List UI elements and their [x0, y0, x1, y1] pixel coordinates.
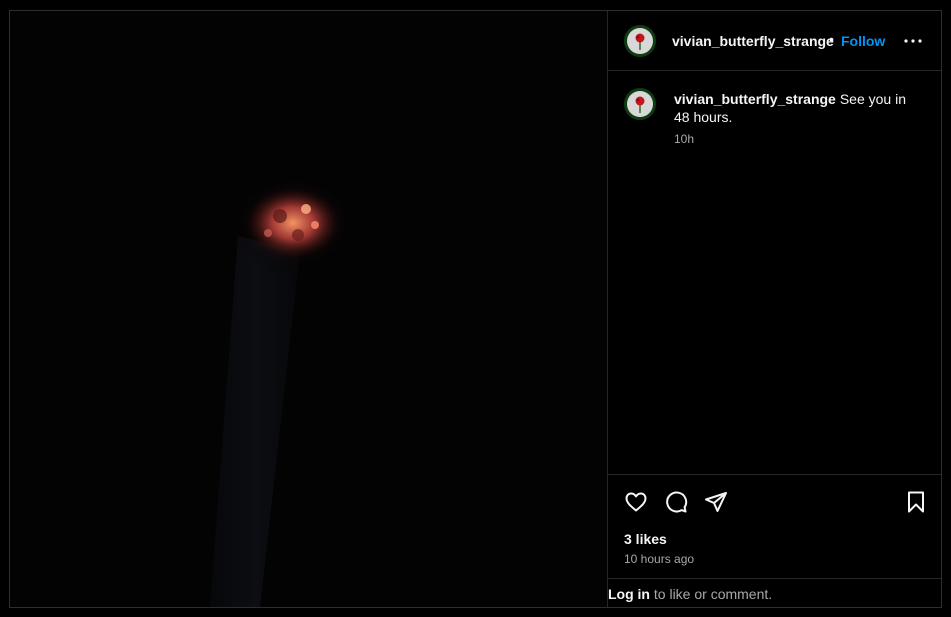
login-rest: to like or comment.: [650, 586, 773, 602]
rose-avatar-icon: [627, 91, 653, 117]
rose-avatar-icon: [627, 28, 653, 54]
likes-count[interactable]: 3 likes: [624, 531, 667, 547]
author-username[interactable]: vivian_butterfly_strange: [672, 33, 834, 49]
post-header: vivian_butterfly_strange • Follow: [608, 11, 941, 71]
post-modal: vivian_butterfly_strange • Follow vivian…: [9, 10, 942, 608]
caption-block: vivian_butterfly_strange See you in 48 ho…: [608, 71, 941, 475]
cigarette-photo: [10, 11, 607, 607]
comment-icon[interactable]: [664, 490, 688, 514]
action-bar: 3 likes 10 hours ago: [608, 474, 941, 579]
post-sidebar: vivian_butterfly_strange • Follow vivian…: [607, 11, 941, 607]
login-link[interactable]: Log in: [608, 586, 650, 602]
separator-dot: •: [829, 31, 834, 47]
caption-text: vivian_butterfly_strange See you in 48 ho…: [674, 90, 914, 126]
author-avatar[interactable]: [624, 25, 656, 57]
share-icon[interactable]: [704, 490, 728, 514]
post-image[interactable]: [10, 11, 607, 607]
caption-avatar[interactable]: [624, 88, 656, 120]
caption-time[interactable]: 10h: [674, 132, 694, 146]
follow-button[interactable]: Follow: [841, 33, 885, 49]
more-horizontal-icon[interactable]: [901, 29, 925, 53]
post-timestamp[interactable]: 10 hours ago: [624, 552, 694, 566]
heart-icon[interactable]: [624, 490, 648, 514]
login-prompt: Log in to like or comment.: [608, 578, 941, 607]
caption-username[interactable]: vivian_butterfly_strange: [674, 91, 836, 107]
bookmark-icon[interactable]: [904, 490, 928, 514]
login-line: Log in to like or comment.: [608, 586, 772, 602]
